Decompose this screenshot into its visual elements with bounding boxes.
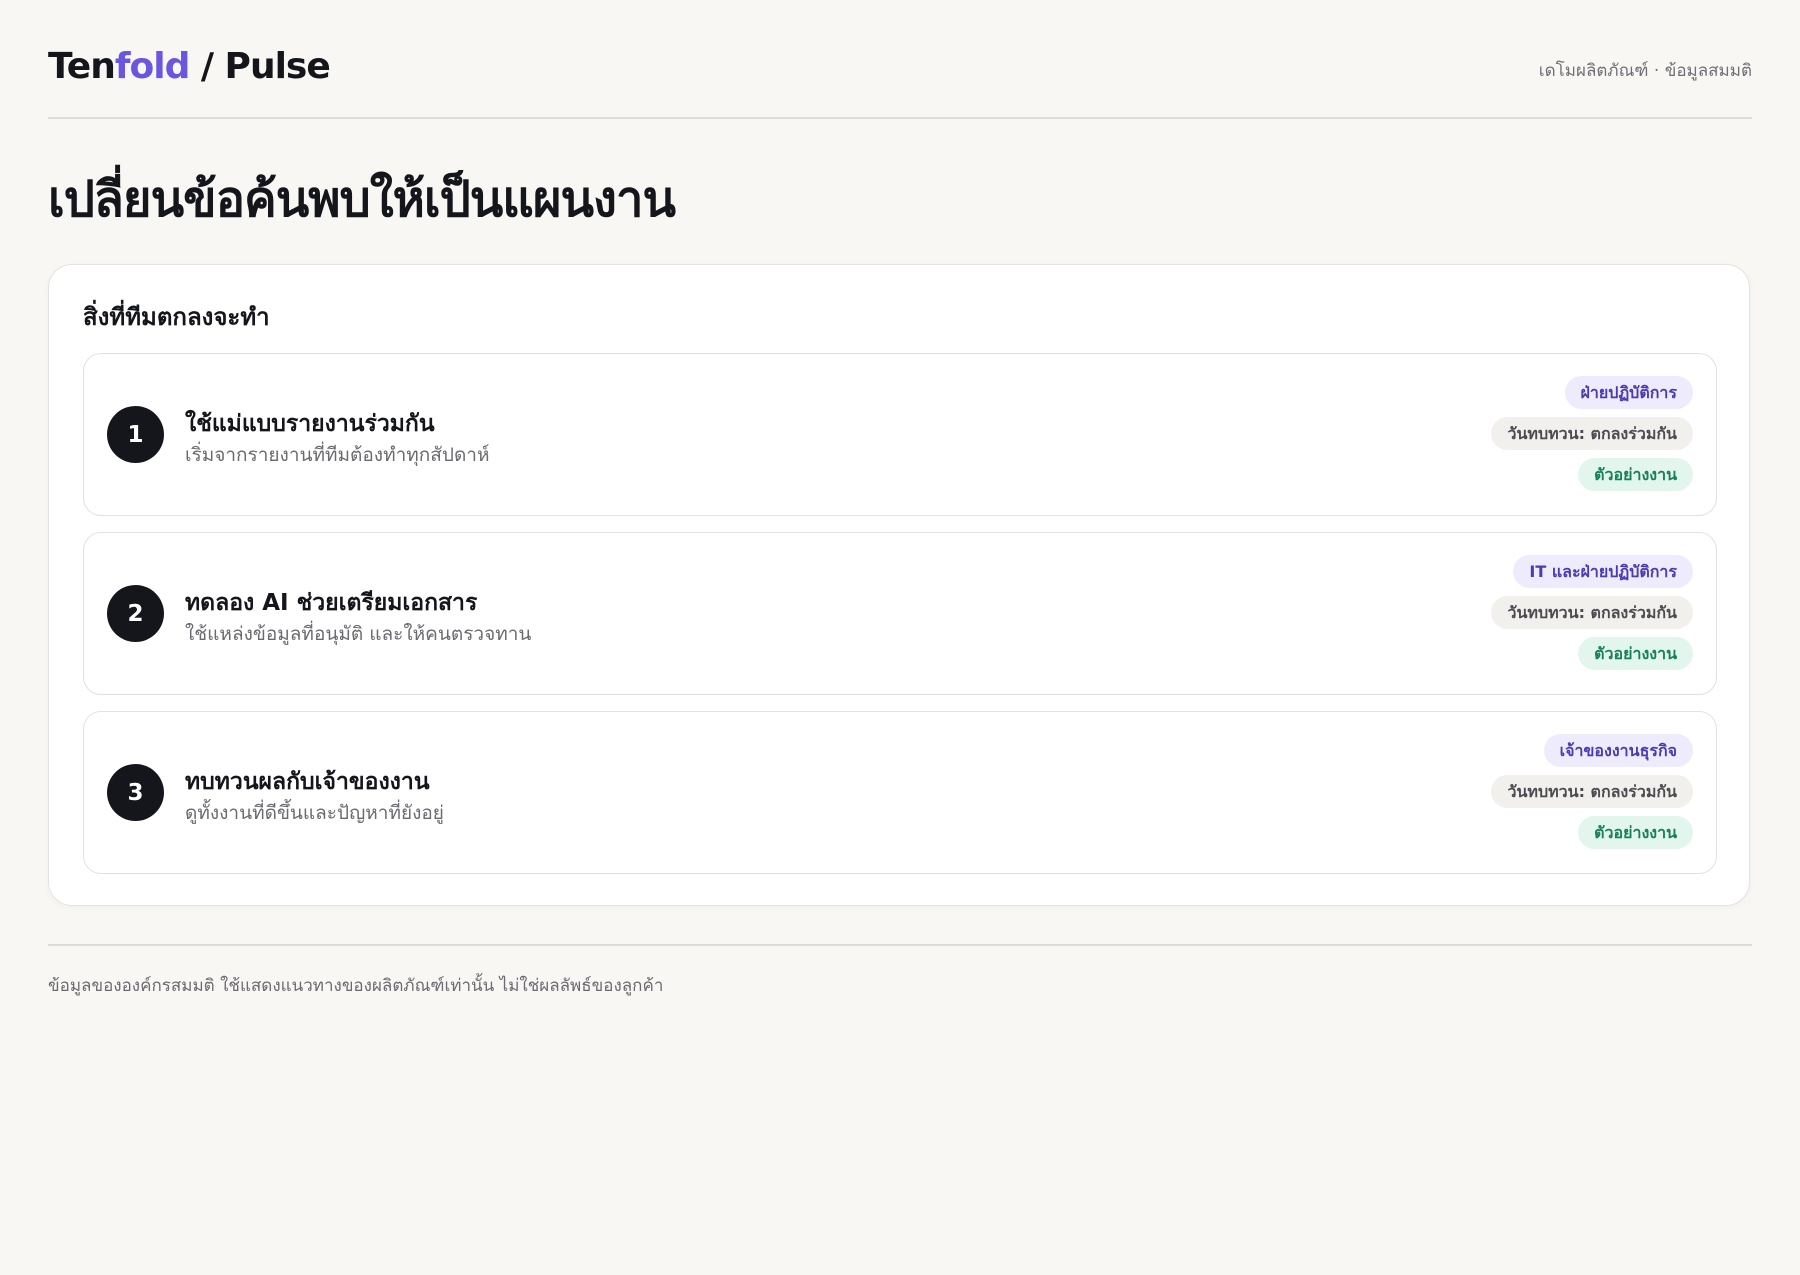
brand-logo[interactable]: Tenfold / Pulse: [48, 46, 331, 87]
page: Tenfold / Pulse เดโมผลิตภัณฑ์ · ข้อมูลสม…: [0, 0, 1800, 1275]
action-item: 3 ทบทวนผลกับเจ้าของงาน ดูทั้งงานที่ดีขึ้…: [83, 711, 1717, 874]
action-list: 1 ใช้แม่แบบรายงานร่วมกัน เริ่มจากรายงานท…: [83, 353, 1717, 890]
action-tags: เจ้าของงานธุรกิจ วันทบทวน: ตกลงร่วมกัน ต…: [1491, 734, 1693, 849]
action-item: 2 ทดลอง AI ช่วยเตรียมเอกสาร ใช้แหล่งข้อม…: [83, 532, 1717, 695]
step-number-badge: 2: [107, 585, 164, 642]
action-plan-card: สิ่งที่ทีมตกลงจะทำ 1 ใช้แม่แบบรายงานร่วม…: [48, 264, 1750, 906]
card-title: สิ่งที่ทีมตกลงจะทำ: [83, 303, 270, 331]
footer-note: ข้อมูลขององค์กรสมมติ ใช้แสดงแนวทางของผลิ…: [48, 944, 1752, 999]
owner-tag: ฝ่ายปฏิบัติการ: [1564, 376, 1693, 409]
owner-tag: IT และฝ่ายปฏิบัติการ: [1513, 555, 1693, 588]
action-title: ทบทวนผลกับเจ้าของงาน: [185, 769, 430, 795]
review-date-tag: วันทบทวน: ตกลงร่วมกัน: [1491, 775, 1693, 808]
action-subtitle: ดูทั้งงานที่ดีขึ้นและปัญหาที่ยังอยู่: [185, 802, 444, 824]
action-subtitle: เริ่มจากรายงานที่ทีมต้องทำทุกสัปดาห์: [185, 444, 490, 466]
step-number-badge: 3: [107, 764, 164, 821]
review-date-tag: วันทบทวน: ตกลงร่วมกัน: [1491, 417, 1693, 450]
action-tags: ฝ่ายปฏิบัติการ วันทบทวน: ตกลงร่วมกัน ตัว…: [1491, 376, 1693, 491]
example-tag: ตัวอย่างงาน: [1578, 816, 1693, 849]
owner-tag: เจ้าของงานธุรกิจ: [1543, 734, 1693, 767]
action-subtitle: ใช้แหล่งข้อมูลที่อนุมัติ และให้คนตรวจทาน: [185, 623, 532, 645]
header-meta: เดโมผลิตภัณฑ์ · ข้อมูลสมมติ: [1538, 61, 1752, 81]
step-number-badge: 1: [107, 406, 164, 463]
example-tag: ตัวอย่างงาน: [1578, 637, 1693, 670]
page-title: เปลี่ยนข้อค้นพบให้เป็นแผนงาน: [48, 171, 676, 228]
review-date-tag: วันทบทวน: ตกลงร่วมกัน: [1491, 596, 1693, 629]
example-tag: ตัวอย่างงาน: [1578, 458, 1693, 491]
action-item: 1 ใช้แม่แบบรายงานร่วมกัน เริ่มจากรายงานท…: [83, 353, 1717, 516]
brand-accent: fold: [114, 46, 191, 87]
brand-suffix: / Pulse: [189, 46, 331, 87]
action-tags: IT และฝ่ายปฏิบัติการ วันทบทวน: ตกลงร่วมก…: [1491, 555, 1693, 670]
brand-prefix: Ten: [48, 46, 116, 87]
header: Tenfold / Pulse เดโมผลิตภัณฑ์ · ข้อมูลสม…: [48, 40, 1752, 119]
action-title: ทดลอง AI ช่วยเตรียมเอกสาร: [185, 590, 478, 616]
action-title: ใช้แม่แบบรายงานร่วมกัน: [185, 411, 435, 437]
